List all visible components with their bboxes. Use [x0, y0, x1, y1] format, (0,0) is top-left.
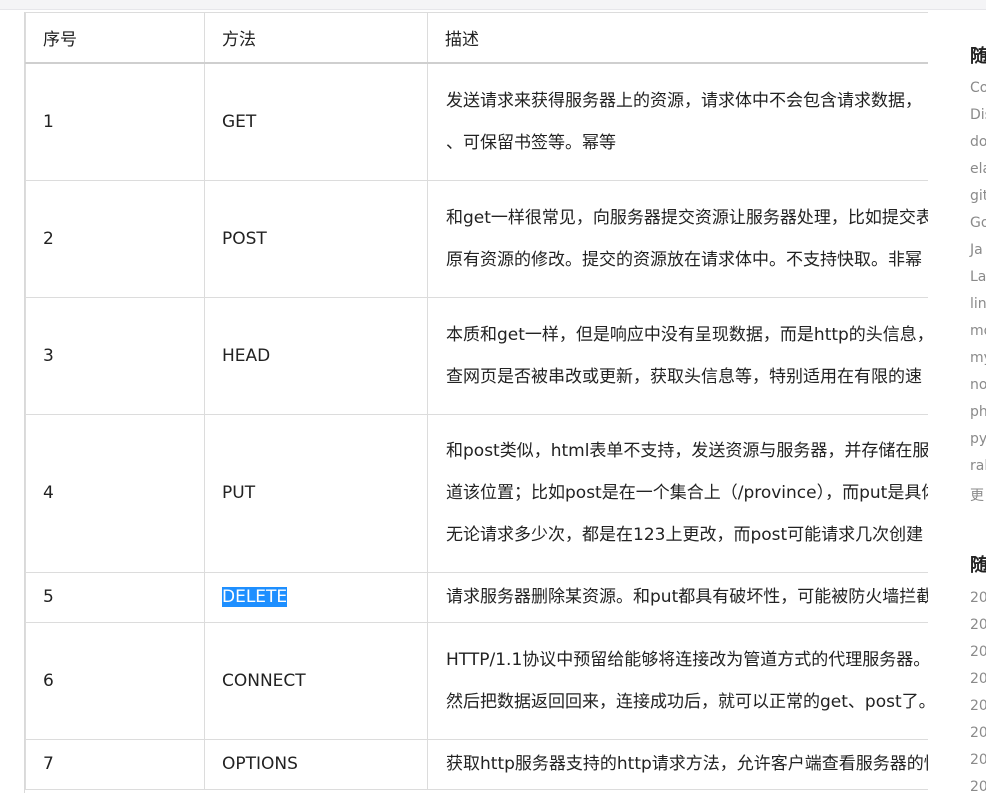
row-method: PUT: [204, 413, 428, 573]
description-line: 和get一样很常见，向服务器提交资源让服务器处理，比如提交表: [446, 207, 928, 228]
sidebar-tag-link[interactable]: Dis: [970, 107, 986, 123]
row-number: 4: [25, 413, 205, 573]
table-row: 2 POST 和get一样很常见，向服务器提交资源让服务器处理，比如提交表 原有…: [25, 179, 928, 298]
sidebar-tag-link[interactable]: ela: [970, 161, 986, 177]
sidebar-tag-link[interactable]: La: [970, 269, 986, 285]
row-number: 7: [25, 738, 205, 790]
row-description: 和get一样很常见，向服务器提交资源让服务器处理，比如提交表 原有资源的修改。提…: [427, 179, 928, 298]
table-row: 5 DELETE 请求服务器删除某资源。和put都具有破坏性，可能被防火墙拦截: [25, 571, 928, 623]
table-header-row: 序号 方法 描述: [25, 12, 928, 64]
sidebar-tag-link[interactable]: ral: [970, 458, 986, 474]
description-line: 原有资源的修改。提交的资源放在请求体中。不支持快取。非幂: [446, 249, 922, 270]
right-sidebar: 随 Co Dis do ela git Go Ja La lin mo my n…: [928, 12, 986, 793]
sidebar-tag-link[interactable]: Ja: [970, 242, 983, 258]
sidebar-archive-link[interactable]: 20: [970, 671, 986, 687]
sidebar-archive-link[interactable]: 20: [970, 698, 986, 714]
row-description: 获取http服务器支持的http请求方法，允许客户端查看服务器的性: [427, 738, 928, 790]
row-description: HTTP/1.1协议中预留给能够将连接改为管道方式的代理服务器。 然后把数据返回…: [427, 621, 928, 740]
sidebar-archive-link[interactable]: 20: [970, 617, 986, 633]
row-number: 1: [25, 62, 205, 181]
row-number: 6: [25, 621, 205, 740]
row-description: 发送请求来获得服务器上的资源，请求体中不会包含请求数据， 、可保留书签等。幂等: [427, 62, 928, 181]
table-row: 7 OPTIONS 获取http服务器支持的http请求方法，允许客户端查看服务…: [25, 738, 928, 790]
description-line: 、可保留书签等。幂等: [446, 132, 616, 153]
sidebar-tag-link[interactable]: py: [970, 431, 986, 447]
sidebar-tag-link[interactable]: mo: [970, 323, 986, 339]
sidebar-tag-link[interactable]: no: [970, 377, 986, 393]
selected-method-text[interactable]: DELETE: [222, 587, 288, 607]
description-line: 道该位置；比如post是在一个集合上（/province），而put是具体: [446, 483, 928, 503]
row-method: POST: [204, 179, 428, 298]
table-row: 1 GET 发送请求来获得服务器上的资源，请求体中不会包含请求数据， 、可保留书…: [25, 62, 928, 181]
row-number: 2: [25, 179, 205, 298]
sidebar-tag-link[interactable]: git: [970, 188, 986, 204]
description-line: 然后把数据返回回来，连接成功后，就可以正常的get、post了。: [446, 691, 928, 712]
description-line: 无论请求多少次，都是在123上更改，而post可能请求几次创建: [446, 525, 924, 545]
sidebar-archive-link[interactable]: 20: [970, 752, 986, 768]
sidebar-tag-link[interactable]: lin: [970, 296, 986, 312]
header-description: 描述: [427, 12, 928, 64]
http-methods-table: 序号 方法 描述 1 GET 发送请求来获得服务器上的资源，请求体中不会包含请求…: [25, 12, 928, 790]
description-line: 和post类似，html表单不支持，发送资源与服务器，并存储在服: [446, 441, 928, 461]
http-methods-table-container: 序号 方法 描述 1 GET 发送请求来获得服务器上的资源，请求体中不会包含请求…: [25, 12, 928, 793]
row-method: GET: [204, 62, 428, 181]
row-description: 和post类似，html表单不支持，发送资源与服务器，并存储在服 道该位置；比如…: [427, 413, 928, 573]
description-line: HTTP/1.1协议中预留给能够将连接改为管道方式的代理服务器。: [446, 649, 928, 670]
sidebar-archive-link[interactable]: 20: [970, 779, 986, 793]
sidebar-heading-tags: 随: [970, 46, 986, 67]
page: 序号 方法 描述 1 GET 发送请求来获得服务器上的资源，请求体中不会包含请求…: [0, 0, 986, 793]
description-line: 查网页是否被串改或更新，获取头信息等，特别适用在有限的速: [446, 366, 922, 387]
row-method: DELETE: [204, 571, 428, 623]
row-method: CONNECT: [204, 621, 428, 740]
row-description: 本质和get一样，但是响应中没有呈现数据，而是http的头信息， 查网页是否被串…: [427, 296, 928, 415]
sidebar-tag-link[interactable]: ph: [970, 404, 986, 420]
row-description: 请求服务器删除某资源。和put都具有破坏性，可能被防火墙拦截: [427, 571, 928, 623]
row-number: 3: [25, 296, 205, 415]
row-method: OPTIONS: [204, 738, 428, 790]
row-number: 5: [25, 571, 205, 623]
sidebar-tag-link[interactable]: Co: [970, 80, 986, 96]
sidebar-archive-link[interactable]: 20: [970, 644, 986, 660]
sidebar-more-link[interactable]: 更: [970, 485, 984, 505]
sidebar-heading-archive: 随: [970, 555, 986, 576]
table-row: 6 CONNECT HTTP/1.1协议中预留给能够将连接改为管道方式的代理服务…: [25, 621, 928, 740]
table-row: 4 PUT 和post类似，html表单不支持，发送资源与服务器，并存储在服 道…: [25, 413, 928, 573]
row-method: HEAD: [204, 296, 428, 415]
sidebar-tag-link[interactable]: Go: [970, 215, 986, 231]
header-number: 序号: [25, 12, 205, 64]
description-line: 请求服务器删除某资源。和put都具有破坏性，可能被防火墙拦截: [446, 587, 928, 607]
top-toolbar-strip: [0, 0, 986, 10]
description-line: 本质和get一样，但是响应中没有呈现数据，而是http的头信息，: [446, 324, 928, 345]
sidebar-tag-link[interactable]: do: [970, 134, 986, 150]
sidebar-tag-link[interactable]: my: [970, 350, 986, 366]
description-line: 获取http服务器支持的http请求方法，允许客户端查看服务器的性: [446, 754, 928, 774]
sidebar-archive-link[interactable]: 20: [970, 725, 986, 741]
table-row: 3 HEAD 本质和get一样，但是响应中没有呈现数据，而是http的头信息， …: [25, 296, 928, 415]
sidebar-archive-link[interactable]: 20: [970, 590, 986, 606]
header-method: 方法: [204, 12, 428, 64]
description-line: 发送请求来获得服务器上的资源，请求体中不会包含请求数据，: [446, 90, 922, 111]
